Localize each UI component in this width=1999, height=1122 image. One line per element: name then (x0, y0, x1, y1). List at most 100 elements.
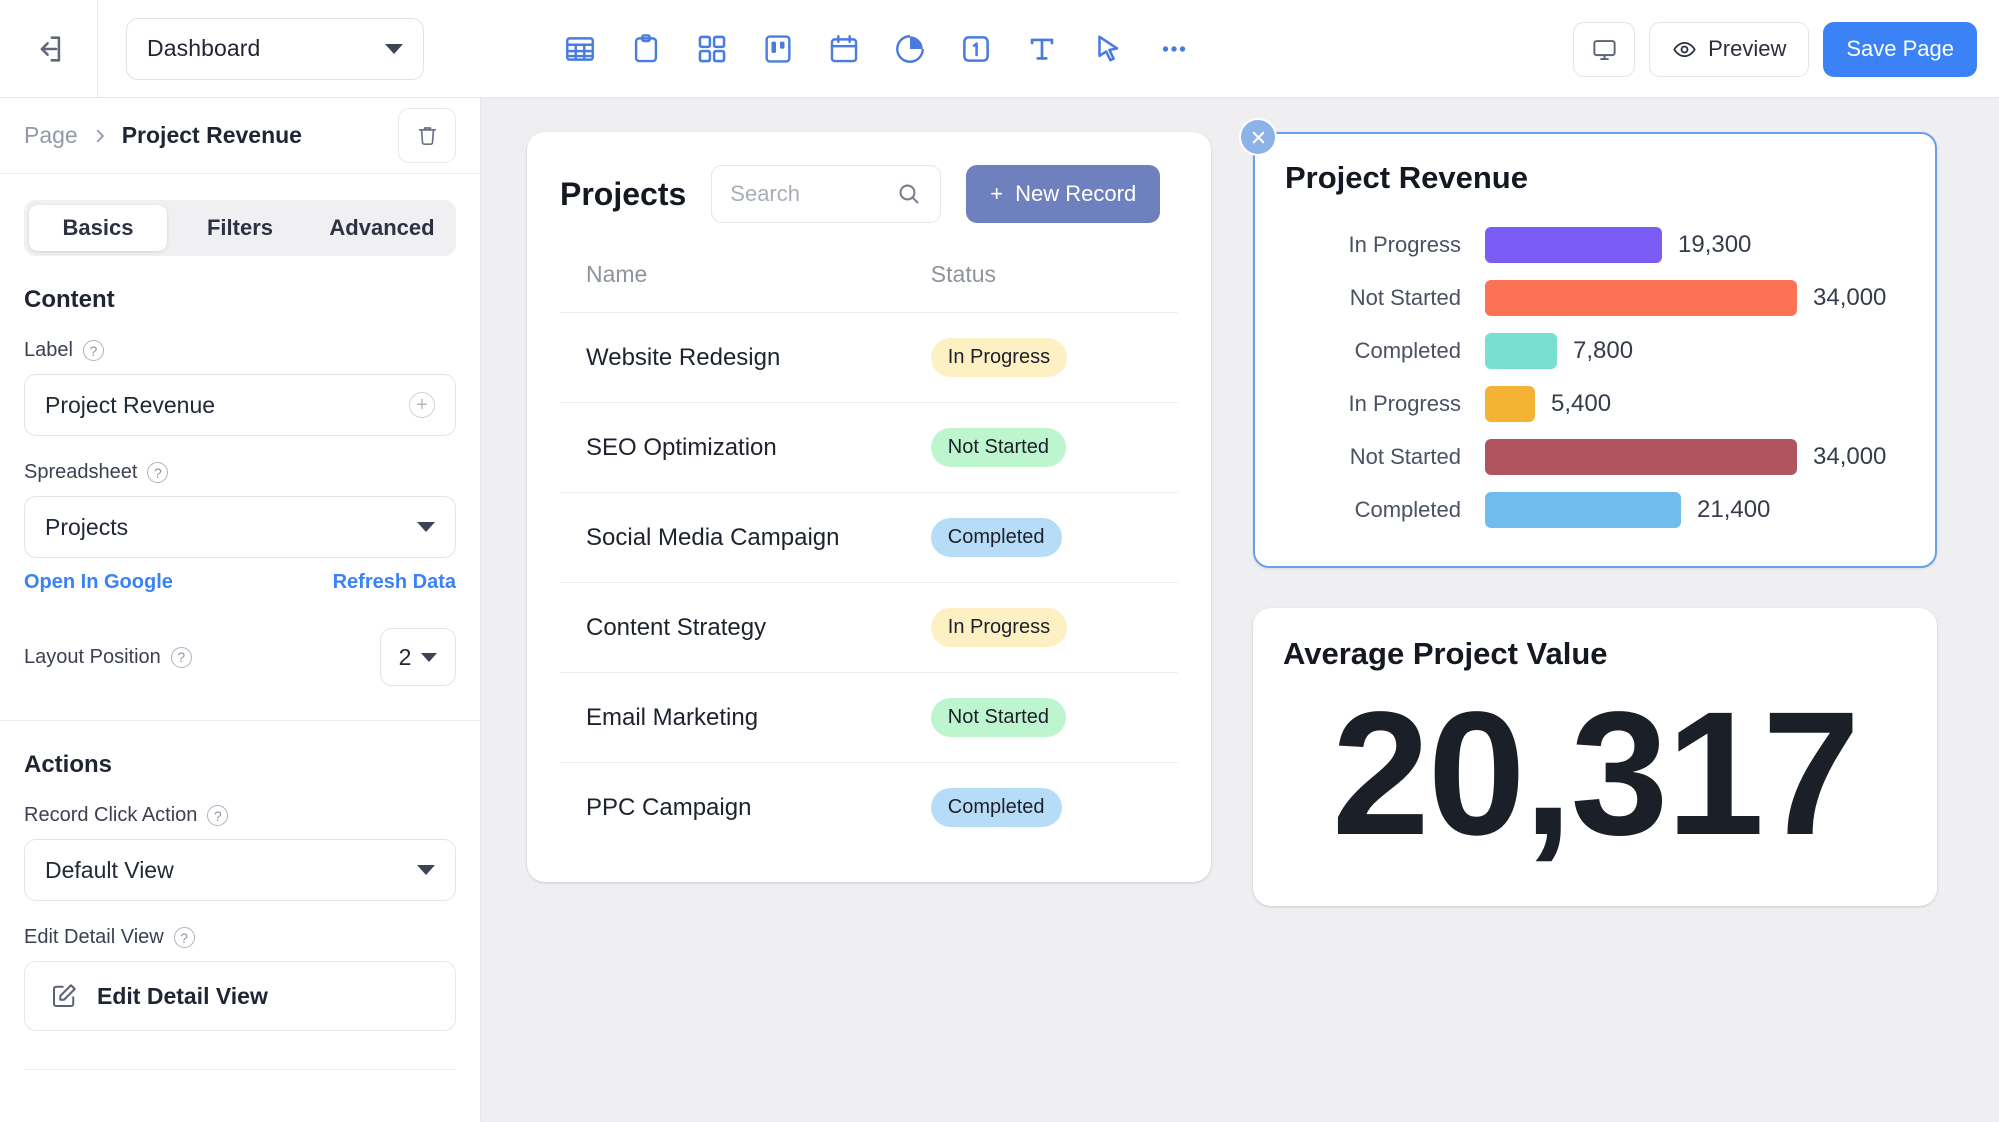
record-click-action-select[interactable]: Default View (24, 839, 456, 901)
table-row[interactable]: Content Strategy In Progress (560, 583, 1178, 673)
bar-row: Not Started34,000 (1285, 430, 1905, 483)
layout-position-row: Layout Position ? 2 (24, 628, 456, 686)
status-badge: Not Started (931, 428, 1066, 467)
average-card-value: 20,317 (1283, 678, 1907, 872)
grid-icon[interactable] (679, 18, 745, 80)
bar-category-label: In Progress (1285, 391, 1485, 417)
new-record-button-label: New Record (1015, 181, 1136, 207)
projects-card-title: Projects (560, 176, 686, 213)
cell-name: Content Strategy (560, 583, 931, 673)
average-project-value-card[interactable]: Average Project Value 20,317 (1253, 608, 1937, 906)
search-input-field[interactable] (730, 181, 896, 207)
content-section-title: Content (24, 286, 456, 314)
cell-name: Email Marketing (560, 673, 931, 763)
calendar-icon[interactable] (811, 18, 877, 80)
close-x-icon[interactable] (1239, 118, 1277, 156)
sidebar-content: Basics Filters Advanced Content Label ? … (0, 174, 480, 1070)
cell-status: Completed (931, 763, 1178, 853)
exit-arrow-icon[interactable] (0, 0, 98, 98)
question-icon[interactable]: ? (83, 340, 104, 361)
table-row[interactable]: SEO Optimization Not Started (560, 403, 1178, 493)
cell-status: In Progress (931, 583, 1178, 673)
tab-advanced[interactable]: Advanced (313, 205, 451, 251)
kanban-icon[interactable] (745, 18, 811, 80)
layout-position-value: 2 (399, 644, 412, 671)
label-input[interactable]: Project Revenue + (24, 374, 456, 436)
open-in-google-link[interactable]: Open In Google (24, 571, 173, 594)
refresh-data-link[interactable]: Refresh Data (333, 571, 456, 594)
bar-value-label: 34,000 (1813, 284, 1886, 312)
label-field-label-row: Label ? (24, 339, 456, 362)
preview-button-label: Preview (1708, 36, 1786, 62)
bar-value-label: 7,800 (1573, 337, 1633, 365)
plus-icon: + (990, 181, 1003, 207)
project-revenue-chart-card[interactable]: Project Revenue In Progress19,300Not Sta… (1253, 132, 1937, 568)
search-icon[interactable] (896, 181, 922, 207)
record-click-action-label: Record Click Action (24, 804, 197, 827)
clipboard-icon[interactable] (613, 18, 679, 80)
chevron-down-icon (421, 653, 437, 662)
question-icon[interactable]: ? (174, 927, 195, 948)
plus-circle-icon[interactable]: + (409, 392, 435, 418)
tab-filters[interactable]: Filters (171, 205, 309, 251)
table-row[interactable]: Website Redesign In Progress (560, 313, 1178, 403)
table-row[interactable]: Email Marketing Not Started (560, 673, 1178, 763)
text-t-icon[interactable] (1009, 18, 1075, 80)
monitor-icon[interactable] (1573, 22, 1635, 77)
new-record-button[interactable]: + New Record (966, 165, 1160, 223)
status-badge: Not Started (931, 698, 1066, 737)
question-icon[interactable]: ? (171, 647, 192, 668)
search-input[interactable] (711, 165, 941, 223)
record-click-action-label-row: Record Click Action ? (24, 804, 456, 827)
settings-sidebar: Page Project Revenue Basics Filters Adva… (0, 98, 481, 1122)
bar-category-label: Not Started (1285, 444, 1485, 470)
table-header-row: Name Status (560, 261, 1178, 313)
table-row[interactable]: PPC Campaign Completed (560, 763, 1178, 853)
breadcrumb-parent[interactable]: Page (24, 122, 78, 149)
breadcrumb: Page Project Revenue (0, 98, 480, 174)
record-click-action-value: Default View (45, 857, 174, 884)
column-header-status[interactable]: Status (931, 261, 1178, 313)
question-icon[interactable]: ? (207, 805, 228, 826)
edit-square-icon (49, 981, 79, 1011)
trash-icon[interactable] (398, 108, 456, 163)
record-click-action-group: Record Click Action ? Default View (24, 804, 456, 901)
cell-status: Completed (931, 493, 1178, 583)
table-row[interactable]: Social Media Campaign Completed (560, 493, 1178, 583)
projects-table-head: Name Status (560, 261, 1178, 313)
save-page-button[interactable]: Save Page (1823, 22, 1977, 77)
spreadsheet-links: Open In Google Refresh Data (24, 571, 456, 594)
number-one-icon[interactable] (943, 18, 1009, 80)
app-root: Dashboard (0, 0, 1999, 1122)
bar (1485, 280, 1797, 316)
bar (1485, 227, 1662, 263)
settings-tabs: Basics Filters Advanced (24, 200, 456, 256)
tab-basics[interactable]: Basics (29, 205, 167, 251)
average-card-title: Average Project Value (1283, 636, 1907, 672)
bar-chart: In Progress19,300Not Started34,000Comple… (1285, 218, 1905, 536)
preview-button[interactable]: Preview (1649, 22, 1809, 77)
page-canvas: Projects + New Record (481, 98, 1999, 1122)
layout-position-select[interactable]: 2 (380, 628, 456, 686)
bar-row: In Progress5,400 (1285, 377, 1905, 430)
edit-detail-view-button[interactable]: Edit Detail View (24, 961, 456, 1031)
eye-icon (1672, 37, 1697, 62)
page-selector[interactable]: Dashboard (126, 18, 424, 80)
ellipsis-icon[interactable] (1141, 18, 1207, 80)
toolbar-right-actions: Preview Save Page (1573, 0, 1977, 98)
status-badge: Completed (931, 788, 1062, 827)
pie-chart-icon[interactable] (877, 18, 943, 80)
label-input-value: Project Revenue (45, 392, 215, 419)
cursor-arrow-icon[interactable] (1075, 18, 1141, 80)
column-header-name[interactable]: Name (560, 261, 931, 313)
status-badge: Completed (931, 518, 1062, 557)
label-field-group: Label ? Project Revenue + (24, 339, 456, 436)
bar-row: Not Started 34,000 (1285, 271, 1905, 324)
bar-value-label: 19,300 (1678, 231, 1751, 259)
spreadsheet-select[interactable]: Projects (24, 496, 456, 558)
app-body: Page Project Revenue Basics Filters Adva… (0, 98, 1999, 1122)
table-icon[interactable] (547, 18, 613, 80)
label-field-label: Label (24, 339, 73, 362)
question-icon[interactable]: ? (147, 462, 168, 483)
bar-category-label: Not Started (1285, 285, 1485, 311)
